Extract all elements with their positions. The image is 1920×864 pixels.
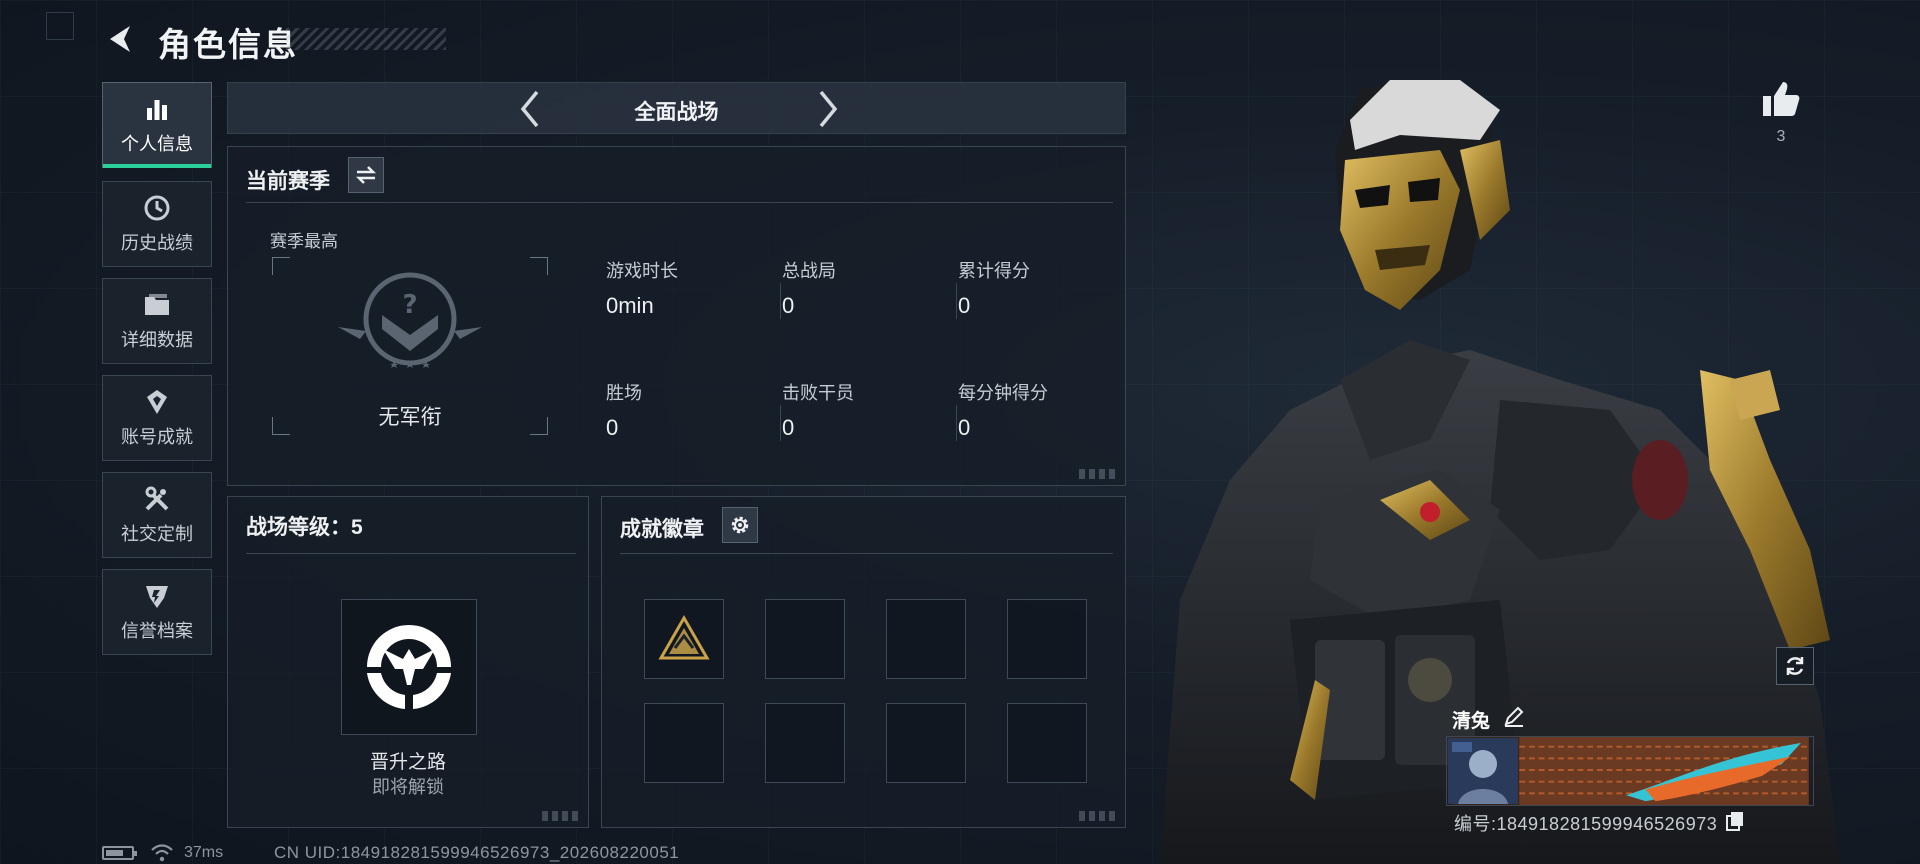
achievement-slot[interactable] <box>886 703 966 783</box>
stat-separator <box>956 405 957 441</box>
pencil-icon <box>1504 706 1524 727</box>
sidebar-item-label: 历史战绩 <box>121 233 193 253</box>
back-button[interactable] <box>100 18 142 60</box>
player-name: 清兔 <box>1452 711 1491 732</box>
achievement-slot[interactable] <box>644 599 724 679</box>
thumbs-up-icon <box>1763 82 1800 116</box>
gear-icon <box>731 516 749 534</box>
shield-icon <box>142 581 172 611</box>
like-button[interactable] <box>1758 76 1804 122</box>
achievement-icon <box>142 387 172 417</box>
svg-text:?: ? <box>402 290 417 320</box>
panel-corner-decoration <box>1079 811 1119 821</box>
stat-wins: 胜场 0 <box>606 383 642 440</box>
mode-next-button[interactable] <box>808 89 848 129</box>
like-count: 3 <box>1776 128 1786 145</box>
stat-separator <box>956 283 957 319</box>
achievement-slot[interactable] <box>1007 703 1087 783</box>
season-switch-button[interactable] <box>348 157 384 193</box>
stat-separator <box>780 405 781 441</box>
divider <box>620 553 1113 554</box>
stat-separator <box>780 283 781 319</box>
sidebar-item-label: 详细数据 <box>121 330 193 350</box>
uid-text: CN UID:1849182815999465269​73_2026082200… <box>274 843 680 862</box>
promotion-status: 即将解锁 <box>372 777 444 797</box>
chevron-right-icon <box>819 90 838 128</box>
player-id: 编号:1849182815999465269​73 <box>1454 814 1718 834</box>
rank-emblem-icon: ? <box>338 272 482 368</box>
mode-label: 全面战场 <box>634 101 719 124</box>
stat-total-matches: 总战局 0 <box>782 261 836 318</box>
folder-icon <box>142 290 172 320</box>
achievement-slot[interactable] <box>765 703 845 783</box>
sidebar-item-label: 信誉档案 <box>121 621 193 641</box>
achievement-slot[interactable] <box>1007 599 1087 679</box>
season-panel: 当前赛季 赛季最高 ? 无军衔 游戏时长 0min 总战局 0 累计得分 0 胜… <box>227 146 1126 486</box>
eagle-emblem-icon <box>367 625 451 709</box>
battlefield-level-panel: 战场等级：5 晋升之路 即将解锁 <box>227 496 589 828</box>
avatar[interactable] <box>1448 738 1518 804</box>
sidebar-item-credit[interactable]: 信誉档案 <box>102 569 212 655</box>
sidebar-item-detail-data[interactable]: 详细数据 <box>102 278 212 364</box>
panel-corner-decoration <box>542 811 582 821</box>
achievement-slot[interactable] <box>765 599 845 679</box>
sidebar-item-label: 账号成就 <box>121 427 193 447</box>
tools-icon <box>142 484 172 514</box>
achievements-title: 成就徽章 <box>620 518 704 541</box>
sidebar-item-label: 个人信息 <box>121 134 193 154</box>
wifi-icon <box>151 844 173 862</box>
level-title: 战场等级：5 <box>246 516 363 539</box>
battery-icon <box>102 846 137 860</box>
panel-corner-decoration <box>1079 469 1119 479</box>
status-bar: 37ms <box>102 843 223 863</box>
divider <box>246 202 1113 203</box>
season-title: 当前赛季 <box>246 170 330 193</box>
history-icon <box>142 193 172 223</box>
season-best-label: 赛季最高 <box>270 232 338 251</box>
stat-kills: 击败干员 0 <box>782 383 854 440</box>
title-decoration <box>286 28 446 50</box>
frame-decoration <box>46 12 74 40</box>
stat-play-time: 游戏时长 0min <box>606 261 678 318</box>
bar-chart-icon <box>142 94 172 124</box>
mode-selector: 全面战场 <box>227 82 1126 134</box>
sidebar-item-personal-info[interactable]: 个人信息 <box>102 82 212 168</box>
achievement-badges-panel: 成就徽章 <box>601 496 1126 828</box>
copy-icon <box>1726 812 1743 831</box>
copy-id-button[interactable] <box>1726 811 1744 831</box>
sidebar-item-history[interactable]: 历史战绩 <box>102 181 212 267</box>
promotion-name: 晋升之路 <box>369 752 446 773</box>
stat-total-score: 累计得分 0 <box>958 261 1030 318</box>
divider <box>246 553 576 554</box>
triangle-badge-icon <box>658 614 710 660</box>
achievement-slot[interactable] <box>644 703 724 783</box>
sidebar-item-label: 社交定制 <box>121 524 193 544</box>
rotate-model-button[interactable] <box>1776 647 1814 685</box>
stat-score-per-minute: 每分钟得分 0 <box>958 383 1048 440</box>
achievement-slot[interactable] <box>886 599 966 679</box>
page-title: 角色信息 <box>158 26 298 63</box>
sidebar-item-achievements[interactable]: 账号成就 <box>102 375 212 461</box>
edit-name-button[interactable] <box>1502 704 1526 728</box>
achievements-settings-button[interactable] <box>722 507 758 543</box>
swap-icon <box>355 166 377 184</box>
sidebar-item-social[interactable]: 社交定制 <box>102 472 212 558</box>
ping-value: 37ms <box>184 844 224 861</box>
rotate-icon <box>1786 657 1804 675</box>
rank-name: 无军衔 <box>378 406 442 429</box>
back-arrow-icon <box>110 26 130 52</box>
promotion-badge[interactable] <box>341 599 477 735</box>
